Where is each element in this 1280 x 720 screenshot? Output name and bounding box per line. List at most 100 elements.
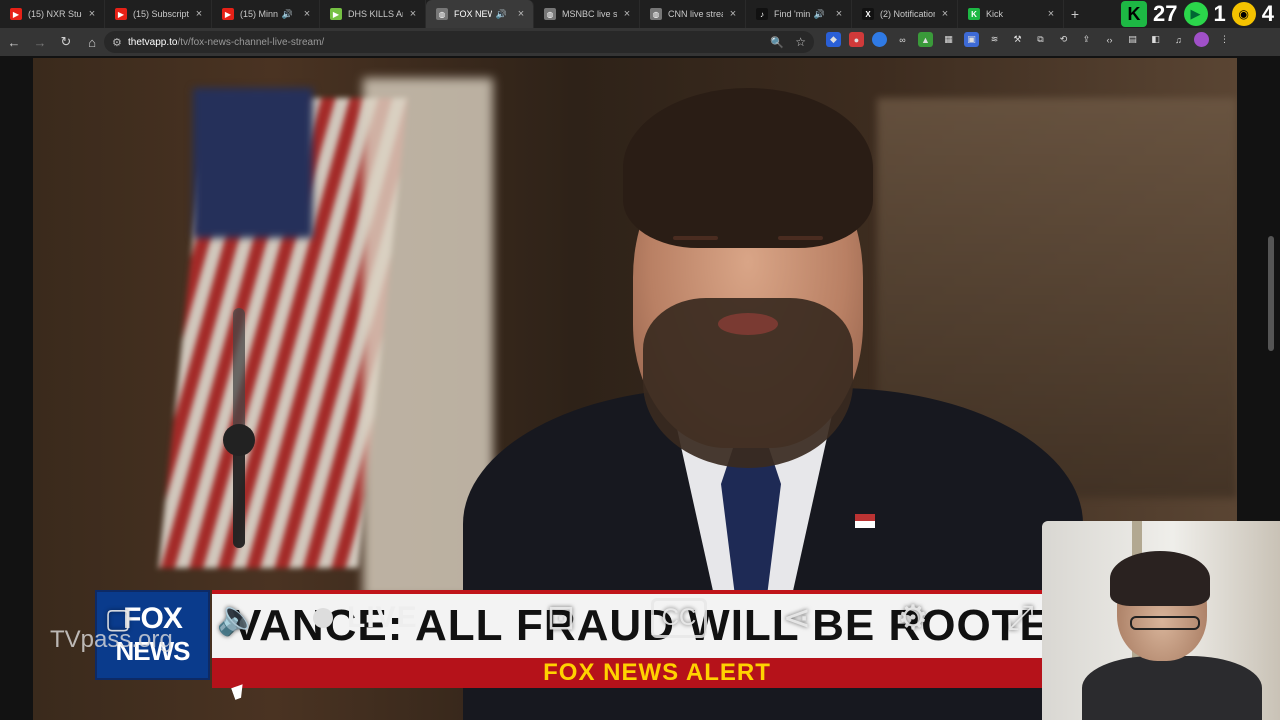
extensions-menu-icon[interactable]: ⧉ bbox=[1033, 32, 1048, 47]
browser-tab[interactable]: ◍ CNN live stream × bbox=[640, 0, 746, 28]
tab-audio-icon[interactable]: 🔊 bbox=[496, 9, 507, 20]
volume-speaker-icon[interactable]: 🔈 bbox=[213, 596, 263, 640]
tab-close-icon[interactable]: × bbox=[193, 8, 205, 20]
tab-close-icon[interactable]: × bbox=[86, 8, 98, 20]
closed-captions-icon[interactable]: CC bbox=[651, 598, 707, 638]
profile-avatar-icon[interactable] bbox=[1194, 32, 1209, 47]
extension-window-icon[interactable]: ▣ bbox=[964, 32, 979, 47]
alert-bar: FOX NEWS ALERT bbox=[212, 658, 1102, 688]
page-scrollbar[interactable] bbox=[1268, 236, 1274, 351]
address-bar[interactable]: ⚙ thetvapp.to/tv/fox-news-channel-live-s… bbox=[104, 31, 814, 53]
url-host: thetvapp.to bbox=[128, 36, 178, 48]
webcam-person-body bbox=[1082, 656, 1262, 720]
extension-us-icon[interactable]: ▲ bbox=[918, 32, 933, 47]
share-icon[interactable]: ⋖ bbox=[769, 596, 825, 640]
tab-close-icon[interactable]: × bbox=[407, 8, 419, 20]
browser-tab[interactable]: ♪ Find 'minne 🔊 × bbox=[746, 0, 852, 28]
youtube-favicon-icon: ▶ bbox=[115, 8, 127, 20]
browser-tab[interactable]: K Kick × bbox=[958, 0, 1064, 28]
site-info-icon[interactable]: ⚙ bbox=[112, 36, 128, 49]
kick-count: 27 bbox=[1153, 1, 1178, 26]
speaker-eyes bbox=[673, 236, 823, 244]
tab-close-icon[interactable]: × bbox=[621, 8, 633, 20]
browser-tab[interactable]: ▶ (15) Subscriptions × bbox=[105, 0, 212, 28]
tab-title: DHS KILLS Anti- bbox=[348, 9, 403, 19]
kick-favicon-icon: K bbox=[968, 8, 980, 20]
tab-title: Find 'minne bbox=[774, 9, 810, 19]
browser-tab[interactable]: ▶ DHS KILLS Anti- × bbox=[320, 0, 426, 28]
globe-favicon-icon: ◍ bbox=[436, 8, 448, 20]
tab-title: (2) Notifications bbox=[880, 9, 935, 19]
tab-close-icon[interactable]: × bbox=[727, 8, 739, 20]
tab-close-icon[interactable]: × bbox=[833, 8, 845, 20]
browser-toolbar: ← → ↻ ⌂ ⚙ thetvapp.to/tv/fox-news-channe… bbox=[0, 28, 1280, 56]
new-tab-button[interactable]: + bbox=[1064, 6, 1086, 22]
tab-audio-icon[interactable]: 🔊 bbox=[814, 9, 825, 20]
browser-tab[interactable]: ▶ (15) NXR Studios × bbox=[0, 0, 105, 28]
alert-text: FOX NEWS ALERT bbox=[543, 659, 771, 686]
tiktok-favicon-icon: ♪ bbox=[756, 8, 768, 20]
extension-glasses-icon[interactable]: ∞ bbox=[895, 32, 910, 47]
bookmark-star-icon[interactable]: ☆ bbox=[795, 35, 806, 49]
tvpass-watermark: TVpass.org bbox=[50, 626, 173, 653]
reading-list-icon[interactable]: ▤ bbox=[1125, 32, 1140, 47]
gemini-extension-icon[interactable]: ◉ bbox=[1231, 2, 1256, 26]
globe-favicon-icon: ◍ bbox=[650, 8, 662, 20]
tab-close-icon[interactable]: × bbox=[515, 8, 527, 20]
browser-tab[interactable]: ▶ (15) Minneapo 🔊 × bbox=[212, 0, 320, 28]
extension-tools-icon[interactable]: ⚒ bbox=[1010, 32, 1025, 47]
zoom-icon[interactable]: 🔍 bbox=[770, 36, 784, 49]
home-button[interactable]: ⌂ bbox=[80, 30, 104, 54]
rumble-play-icon[interactable]: ▶ bbox=[1183, 2, 1208, 26]
tab-title: (15) Minneapo bbox=[240, 9, 278, 19]
extension-shield-icon[interactable]: ◆ bbox=[826, 32, 841, 47]
tab-close-icon[interactable]: × bbox=[1045, 8, 1057, 20]
x-favicon-icon: X bbox=[862, 8, 874, 20]
flag-lapel-pin bbox=[855, 514, 875, 528]
extension-puzzle-icon[interactable]: ▦ bbox=[941, 32, 956, 47]
youtube-favicon-icon: ▶ bbox=[222, 8, 234, 20]
tab-title: (15) NXR Studios bbox=[28, 9, 82, 19]
rumble-count: 1 bbox=[1213, 1, 1226, 26]
extension-blue-dot-icon[interactable] bbox=[872, 32, 887, 47]
webcam-person-glasses bbox=[1130, 616, 1200, 630]
history-icon[interactable]: ⟲ bbox=[1056, 32, 1071, 47]
browser-tab[interactable]: X (2) Notifications × bbox=[852, 0, 958, 28]
forward-button[interactable]: → bbox=[28, 30, 52, 54]
volume-slider[interactable] bbox=[223, 308, 255, 548]
tab-title: FOX NEWS bbox=[454, 9, 492, 19]
volume-slider-fill bbox=[233, 440, 245, 548]
reload-button[interactable]: ↻ bbox=[54, 30, 78, 54]
dev-tools-icon[interactable]: ‹› bbox=[1102, 32, 1117, 47]
url-path: /tv/fox-news-channel-live-stream/ bbox=[177, 36, 325, 48]
live-indicator[interactable]: LIVE bbox=[313, 596, 418, 640]
media-control-icon[interactable]: ♫ bbox=[1171, 32, 1186, 47]
youtube-favicon-icon: ▶ bbox=[10, 8, 22, 20]
extension-record-icon[interactable]: ● bbox=[849, 32, 864, 47]
volume-slider-knob[interactable] bbox=[223, 424, 255, 456]
browser-tab[interactable]: ◍ MSNBC live stre × bbox=[534, 0, 640, 28]
player-controls: ▢ 🔈 LIVE ⊡ CC ⋖ ⚙ ⤢ bbox=[33, 596, 1043, 656]
rumble-favicon-icon: ▶ bbox=[330, 8, 342, 20]
tab-audio-icon[interactable]: 🔊 bbox=[282, 9, 293, 20]
webcam-overlay bbox=[1042, 521, 1280, 720]
extension-audio-icon[interactable]: ≋ bbox=[987, 32, 1002, 47]
tab-title: CNN live stream bbox=[668, 9, 723, 19]
live-dot-icon bbox=[313, 608, 333, 628]
side-panel-icon[interactable]: ◧ bbox=[1148, 32, 1163, 47]
tab-strip: ▶ (15) NXR Studios × ▶ (15) Subscriptions × ▶ (… bbox=[0, 0, 1280, 28]
fullscreen-icon[interactable]: ⤢ bbox=[998, 596, 1043, 640]
browser-tab[interactable]: ◍ FOX NEWS 🔊 × bbox=[426, 0, 534, 28]
tab-title: (15) Subscriptions bbox=[133, 9, 189, 19]
kick-extension-icon[interactable]: K bbox=[1121, 1, 1148, 27]
back-button[interactable]: ← bbox=[2, 30, 26, 54]
gemini-count: 4 bbox=[1261, 1, 1274, 26]
tab-close-icon[interactable]: × bbox=[301, 8, 313, 20]
settings-gear-icon[interactable]: ⚙ bbox=[885, 596, 941, 640]
cast-icon[interactable]: ⊡ bbox=[533, 596, 589, 640]
tab-title: MSNBC live stre bbox=[562, 9, 617, 19]
tab-close-icon[interactable]: × bbox=[939, 8, 951, 20]
browser-menu-icon[interactable]: ⋮ bbox=[1217, 32, 1232, 47]
share-page-icon[interactable]: ⇪ bbox=[1079, 32, 1094, 47]
tab-title: Kick bbox=[986, 9, 1004, 19]
